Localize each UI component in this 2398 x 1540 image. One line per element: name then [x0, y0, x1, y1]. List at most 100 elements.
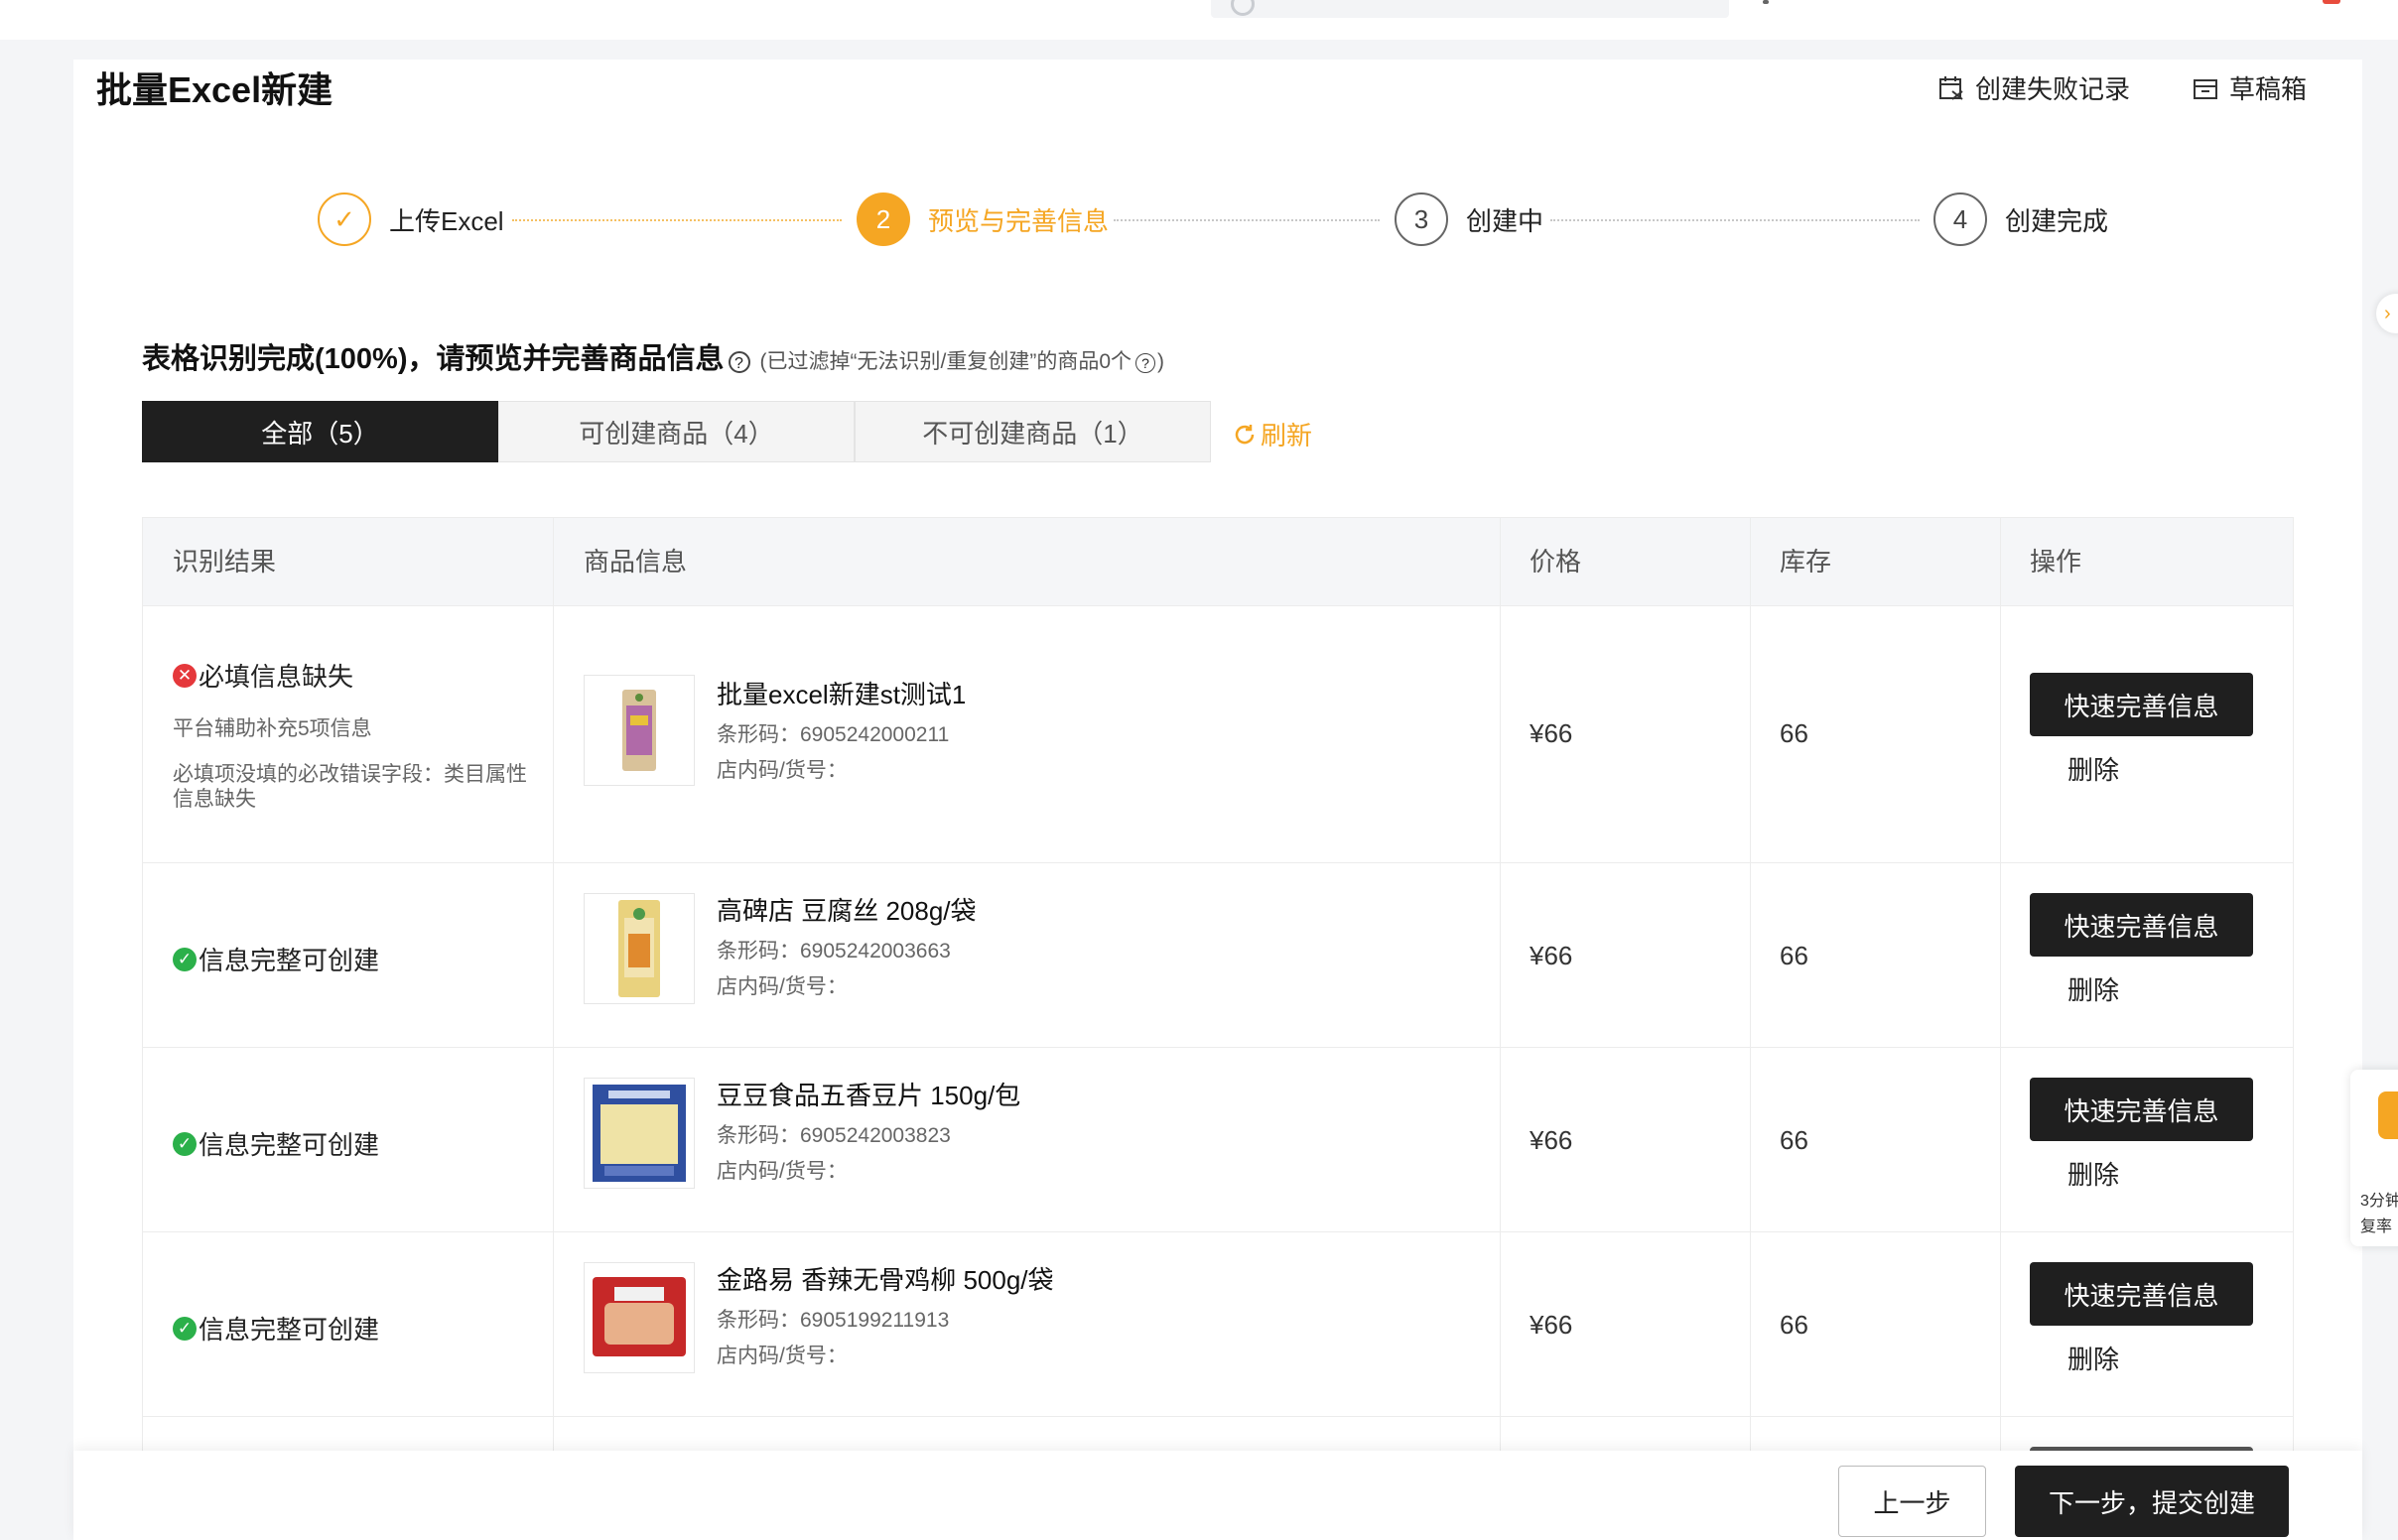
step-connector: [512, 219, 842, 221]
status-text: 必填信息缺失: [199, 662, 354, 692]
refresh-icon: [1235, 424, 1255, 444]
table-row: ✓ 信息完整可创建 金路易 香辣无骨鸡柳 500g/袋 条形码：69051992…: [143, 1232, 2293, 1417]
col-actions: 操作: [2030, 547, 2082, 577]
stock-value: 66: [1780, 1125, 1808, 1155]
help-icon[interactable]: ?: [728, 351, 750, 373]
status-text: 信息完整可创建: [199, 1315, 380, 1345]
status-note: 必填项没填的必改错误字段：类目属性信息缺失: [173, 763, 527, 811]
product-store-code: 店内码/货号：: [717, 1160, 848, 1183]
status-note: 平台辅助补充5项信息: [173, 717, 372, 740]
prev-step-button[interactable]: 上一步: [1838, 1466, 1986, 1537]
filter-note: (已过滤掉“无法识别/重复创建”的商品0个: [759, 350, 1132, 373]
help-icon[interactable]: ?: [1135, 353, 1155, 373]
table-row: ✓ 信息完整可创建 豆豆食品五香豆片 150g/包 条形码：6905242003…: [143, 1048, 2293, 1232]
product-thumbnail: [584, 675, 695, 786]
next-submit-button[interactable]: 下一步，提交创建: [2015, 1466, 2289, 1537]
col-price: 价格: [1530, 547, 1582, 577]
global-search-input[interactable]: [1211, 0, 1729, 18]
step-number: 2: [857, 192, 910, 246]
col-product: 商品信息: [584, 547, 688, 577]
table-row: ✓ 信息完整可创建 高碑店 豆腐丝 208g/袋 条形码：69052420036…: [143, 863, 2293, 1048]
product-thumbnail: [584, 893, 695, 1004]
product-table: 识别结果 商品信息 价格 库存 操作 ✕ 必填信息缺失 平台辅助补充5项信息 必…: [142, 517, 2294, 1540]
status-label: ✓ 信息完整可创建: [173, 1125, 379, 1162]
col-result: 识别结果: [173, 547, 277, 577]
refresh-label: 刷新: [1261, 421, 1313, 450]
step-label: 创建中: [1466, 205, 1544, 236]
refresh-button[interactable]: 刷新: [1233, 416, 1312, 452]
status-label: ✓ 信息完整可创建: [173, 1310, 379, 1347]
status-text: 信息完整可创建: [199, 946, 380, 975]
notification-badge[interactable]: [2323, 0, 2340, 4]
check-circle-icon: ✓: [173, 947, 197, 971]
step-preview: 2 预览与完善信息: [857, 192, 1109, 246]
user-menu-icon[interactable]: [1763, 0, 1769, 4]
product-store-code: 店内码/货号：: [717, 1345, 848, 1367]
tab-not-creatable[interactable]: 不可创建商品（1）: [855, 401, 1211, 462]
product-name: 豆豆食品五香豆片 150g/包: [717, 1081, 1021, 1110]
quick-complete-button[interactable]: 快速完善信息: [2030, 1078, 2253, 1141]
step-connector: [1550, 219, 1920, 221]
drafts-label: 草稿箱: [2229, 74, 2308, 104]
price-value: ¥66: [1530, 941, 1573, 970]
table-row: ✕ 必填信息缺失 平台辅助补充5项信息 必填项没填的必改错误字段：类目属性信息缺…: [143, 605, 2293, 863]
drafts-link[interactable]: 草稿箱: [2192, 69, 2307, 106]
price-value: ¥66: [1530, 718, 1573, 748]
quick-complete-button[interactable]: 快速完善信息: [2030, 673, 2253, 736]
summary-text: 表格识别完成(100%)，请预览并完善商品信息: [142, 343, 725, 375]
chat-icon: [2378, 1091, 2398, 1139]
filter-note-end: ): [1157, 350, 1164, 373]
fail-log-label: 创建失败记录: [1975, 74, 2131, 104]
filter-tabs: 全部（5） 可创建商品（4） 不可创建商品（1）: [142, 401, 1211, 462]
widget-text: 复率: [2360, 1219, 2393, 1235]
widget-text: 3分钟: [2360, 1193, 2398, 1210]
step-done: 4 创建完成: [1933, 192, 2108, 246]
delete-link[interactable]: 删除: [2067, 1340, 2119, 1376]
step-creating: 3 创建中: [1395, 192, 1543, 246]
product-name: 批量excel新建st测试1: [717, 680, 967, 709]
step-number: 3: [1395, 192, 1448, 246]
status-label: ✕ 必填信息缺失: [173, 657, 353, 694]
feedback-widget[interactable]: 3分钟 复率: [2350, 1070, 2398, 1246]
product-store-code: 店内码/货号：: [717, 975, 848, 998]
quick-complete-button[interactable]: 快速完善信息: [2030, 1262, 2253, 1326]
product-barcode: 条形码：6905242000211: [717, 723, 950, 746]
delete-link[interactable]: 删除: [2067, 970, 2119, 1007]
stock-value: 66: [1780, 718, 1808, 748]
step-label: 上传Excel: [389, 205, 504, 236]
stock-value: 66: [1780, 941, 1808, 970]
tab-creatable[interactable]: 可创建商品（4）: [498, 401, 855, 462]
col-stock: 库存: [1780, 547, 1832, 577]
price-value: ¥66: [1530, 1310, 1573, 1340]
check-circle-icon: ✓: [173, 1131, 197, 1156]
step-upload: ✓ 上传Excel: [318, 192, 504, 246]
stock-value: 66: [1780, 1310, 1808, 1340]
step-connector: [1114, 219, 1380, 221]
table-header: 识别结果 商品信息 价格 库存 操作: [143, 518, 2293, 606]
top-bar: [0, 0, 2398, 40]
product-barcode: 条形码：6905242003663: [717, 940, 951, 962]
step-number: 4: [1933, 192, 1987, 246]
inbox-icon: [2194, 78, 2217, 99]
product-name: 高碑店 豆腐丝 208g/袋: [717, 896, 977, 926]
error-icon: ✕: [173, 663, 197, 688]
tab-all[interactable]: 全部（5）: [142, 401, 498, 462]
fail-log-link[interactable]: 创建失败记录: [1937, 69, 2130, 106]
check-icon: ✓: [318, 192, 371, 246]
product-barcode: 条形码：6905199211913: [717, 1309, 950, 1332]
product-thumbnail: [584, 1262, 695, 1373]
status-text: 信息完整可创建: [199, 1130, 380, 1160]
product-name: 金路易 香辣无骨鸡柳 500g/袋: [717, 1265, 1054, 1295]
step-label: 创建完成: [2005, 205, 2109, 236]
step-label: 预览与完善信息: [928, 205, 1110, 236]
product-thumbnail: [584, 1078, 695, 1189]
product-barcode: 条形码：6905242003823: [717, 1124, 951, 1147]
page-title: 批量Excel新建: [96, 69, 333, 110]
calendar-icon: [1939, 75, 1963, 100]
price-value: ¥66: [1530, 1125, 1573, 1155]
recognition-summary: 表格识别完成(100%)，请预览并完善商品信息 ? (已过滤掉“无法识别/重复创…: [142, 335, 1164, 377]
delete-link[interactable]: 删除: [2067, 750, 2119, 787]
quick-complete-button[interactable]: 快速完善信息: [2030, 893, 2253, 957]
delete-link[interactable]: 删除: [2067, 1155, 2119, 1192]
chevron-right-icon[interactable]: ›: [2376, 294, 2398, 333]
